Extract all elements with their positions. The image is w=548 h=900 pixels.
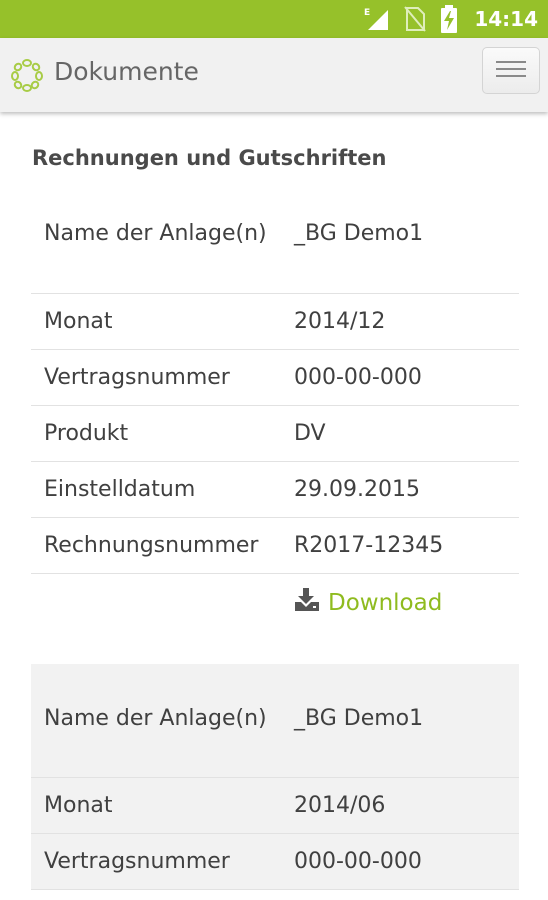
row-value: 2014/06 xyxy=(294,793,386,818)
battery-charging-icon xyxy=(440,5,458,33)
row-value: DV xyxy=(294,421,326,446)
table-row: Monat 2014/12 xyxy=(31,294,519,350)
row-label: Vertragsnummer xyxy=(44,365,230,390)
download-label: Download xyxy=(328,590,443,616)
row-value: 29.09.2015 xyxy=(294,477,420,502)
table-row: Rechnungsnummer R2017-12345 xyxy=(31,518,519,574)
row-value: 2014/12 xyxy=(294,309,386,334)
row-label: Rechnungsnummer xyxy=(44,533,259,558)
document-card: Name der Anlage(n) _BG Demo1 Monat 2014/… xyxy=(31,206,519,632)
row-label: Name der Anlage(n) xyxy=(44,706,267,731)
download-link[interactable]: Download xyxy=(294,588,442,618)
row-value: 000-00-000 xyxy=(294,365,422,390)
row-value: 000-00-000 xyxy=(294,849,422,874)
table-row: Vertragsnummer 000-00-000 xyxy=(31,350,519,406)
download-tray-icon xyxy=(294,588,320,618)
row-label: Name der Anlage(n) xyxy=(44,221,267,246)
row-label: Vertragsnummer xyxy=(44,849,230,874)
row-value: R2017-12345 xyxy=(294,533,444,558)
leaf-ring-logo-icon xyxy=(10,58,44,92)
app-bar: Dokumente xyxy=(0,38,548,112)
row-value: _BG Demo1 xyxy=(294,221,424,246)
row-label: Einstelldatum xyxy=(44,477,196,502)
download-row: Download xyxy=(31,574,519,632)
hamburger-menu-icon xyxy=(496,59,526,83)
no-sim-icon xyxy=(404,6,427,32)
network-type-label: E xyxy=(364,8,370,18)
table-row: Einstelldatum 29.09.2015 xyxy=(31,462,519,518)
table-row: Name der Anlage(n) _BG Demo1 xyxy=(31,700,519,778)
page-title: Dokumente xyxy=(54,57,199,86)
document-card: Name der Anlage(n) _BG Demo1 Monat 2014/… xyxy=(31,664,519,890)
section-title: Rechnungen und Gutschriften xyxy=(32,146,387,170)
table-row: Vertragsnummer 000-00-000 xyxy=(31,834,519,890)
table-row: Name der Anlage(n) _BG Demo1 xyxy=(31,206,519,294)
row-label: Monat xyxy=(44,309,113,334)
table-row: Monat 2014/06 xyxy=(31,778,519,834)
status-time: 14:14 xyxy=(474,7,538,31)
signal-icon: E xyxy=(364,6,390,32)
row-label: Monat xyxy=(44,793,113,818)
row-label: Produkt xyxy=(44,421,129,446)
table-row: Produkt DV xyxy=(31,406,519,462)
row-value: _BG Demo1 xyxy=(294,706,424,731)
status-icons: E 14:14 xyxy=(364,5,538,33)
menu-button[interactable] xyxy=(482,47,540,94)
status-bar: E 14:14 xyxy=(0,0,548,38)
